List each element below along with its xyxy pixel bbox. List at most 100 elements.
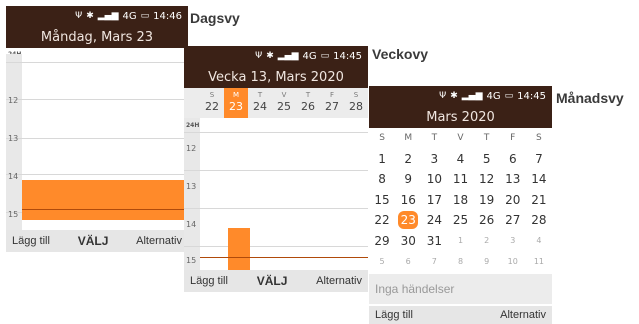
hour-label: 15 [8, 210, 19, 219]
date-cell-next-month[interactable]: 9 [474, 257, 500, 266]
signal-icon: ▂▄▆ [461, 90, 483, 101]
date-cell[interactable]: 14 [526, 172, 552, 186]
week-row: 1 2 3 4 5 6 7 [369, 149, 552, 170]
week-row: 29 30 31 1 2 3 4 [369, 231, 552, 252]
date-cell[interactable]: 22 [369, 213, 395, 227]
add-softkey[interactable]: Lägg till [375, 309, 413, 321]
date-cell[interactable]: 28 [526, 213, 552, 227]
network-type: 4G [122, 10, 137, 22]
date-cell[interactable]: 26 [474, 213, 500, 227]
week-day-selected[interactable]: M 23 [224, 88, 248, 118]
select-softkey[interactable]: VÄLJ [257, 274, 288, 288]
week-row: 15 16 17 18 19 20 21 [369, 190, 552, 211]
add-softkey[interactable]: Lägg till [190, 275, 228, 287]
date-cell[interactable]: 6 [500, 152, 526, 166]
date-cell[interactable]: 31 [421, 234, 447, 248]
hour-line [184, 246, 368, 247]
calendar-event[interactable] [228, 228, 250, 270]
date-cell[interactable]: 16 [395, 193, 421, 207]
date-cell[interactable]: 30 [395, 234, 421, 248]
usb-icon: Ψ [255, 50, 263, 61]
date-cell[interactable]: 8 [369, 172, 395, 186]
date-cell[interactable]: 4 [447, 152, 473, 166]
day-title: Måndag, Mars 23 [6, 26, 188, 48]
week-day[interactable]: T 24 [248, 88, 272, 118]
date-cell[interactable]: 17 [421, 193, 447, 207]
date-cell[interactable]: 15 [369, 193, 395, 207]
week-view-screen: Ψ ✱ ▂▄▆ 4G ▭ 14:45 Vecka 13, Mars 2020 S… [184, 46, 368, 292]
date-cell[interactable]: 29 [369, 234, 395, 248]
day-view-screen: Ψ ✱ ▂▄▆ 4G ▭ 14:46 Måndag, Mars 23 24H 1… [6, 6, 188, 252]
date-cell-next-month[interactable]: 2 [474, 236, 500, 245]
hour-gutter [184, 118, 200, 270]
weekday-label: S [379, 133, 385, 144]
options-softkey[interactable]: Alternativ [316, 275, 362, 287]
date-cell[interactable]: 1 [369, 152, 395, 166]
week-view-label: Veckovy [372, 46, 429, 62]
week-timeline[interactable]: 24H 12 13 14 15 [184, 118, 368, 270]
date-cell-next-month[interactable]: 11 [526, 257, 552, 266]
date-cell[interactable]: 11 [447, 172, 473, 186]
week-day[interactable]: T 26 [296, 88, 320, 118]
bug-icon: ✱ [450, 90, 458, 101]
day-view-label: Dagsvy [190, 10, 240, 26]
date-cell[interactable]: 21 [526, 193, 552, 207]
hour-label: 13 [186, 182, 197, 191]
date-cell-next-month[interactable]: 3 [500, 236, 526, 245]
current-time-line [22, 209, 188, 210]
date-cell-next-month[interactable]: 1 [447, 236, 473, 245]
weekday-header: S M T V T F S [369, 128, 552, 149]
hour-line [6, 99, 188, 100]
battery-icon: ▭ [504, 90, 514, 101]
date-cell[interactable]: 10 [421, 172, 447, 186]
date-cell[interactable]: 25 [447, 213, 473, 227]
usb-icon: Ψ [439, 90, 447, 101]
date-cell[interactable]: 7 [526, 152, 552, 166]
date-cell[interactable]: 2 [395, 152, 421, 166]
date-cell[interactable]: 13 [500, 172, 526, 186]
date-cell-next-month[interactable]: 5 [369, 257, 395, 266]
weekday-label: S [536, 133, 542, 144]
week-day[interactable]: V 25 [272, 88, 296, 118]
bug-icon: ✱ [266, 50, 274, 61]
date-cell-next-month[interactable]: 8 [447, 257, 473, 266]
date-cell-next-month[interactable]: 6 [395, 257, 421, 266]
date-cell[interactable]: 20 [500, 193, 526, 207]
weekday-label: M [404, 133, 413, 144]
date-cell[interactable]: 12 [474, 172, 500, 186]
date-cell[interactable]: 3 [421, 152, 447, 166]
week-day[interactable]: S 22 [200, 88, 224, 118]
battery-icon: ▭ [140, 10, 150, 21]
signal-icon: ▂▄▆ [277, 50, 299, 61]
date-cell-today[interactable]: 23 [395, 211, 421, 230]
week-day[interactable]: S 28 [344, 88, 368, 118]
softkey-bar: Lägg till VÄLJ Alternativ [184, 270, 368, 292]
options-softkey[interactable]: Alternativ [500, 309, 546, 321]
date-cell[interactable]: 24 [421, 213, 447, 227]
time-format-tag: 24H [186, 122, 200, 129]
battery-icon: ▭ [320, 50, 330, 61]
week-day[interactable]: F 27 [320, 88, 344, 118]
network-type: 4G [486, 90, 501, 102]
no-events-message: Inga händelser [369, 274, 552, 304]
hour-line [184, 170, 368, 171]
softkey-bar: Lägg till VÄLJ Alternativ [6, 230, 188, 252]
hour-label: 13 [8, 134, 19, 143]
date-cell[interactable]: 27 [500, 213, 526, 227]
signal-icon: ▂▄▆ [97, 10, 119, 21]
select-softkey[interactable]: VÄLJ [78, 234, 109, 248]
status-time: 14:45 [333, 50, 362, 62]
hour-line [184, 132, 368, 133]
calendar-event[interactable] [22, 180, 188, 220]
status-bar: Ψ ✱ ▂▄▆ 4G ▭ 14:46 [6, 6, 188, 26]
date-cell[interactable]: 18 [447, 193, 473, 207]
date-cell[interactable]: 19 [474, 193, 500, 207]
date-cell-next-month[interactable]: 10 [500, 257, 526, 266]
date-cell-next-month[interactable]: 7 [421, 257, 447, 266]
options-softkey[interactable]: Alternativ [136, 235, 182, 247]
date-cell[interactable]: 9 [395, 172, 421, 186]
date-cell[interactable]: 5 [474, 152, 500, 166]
date-cell-next-month[interactable]: 4 [526, 236, 552, 245]
add-softkey[interactable]: Lägg till [12, 235, 50, 247]
day-timeline[interactable]: 12 13 14 15 [6, 54, 188, 230]
